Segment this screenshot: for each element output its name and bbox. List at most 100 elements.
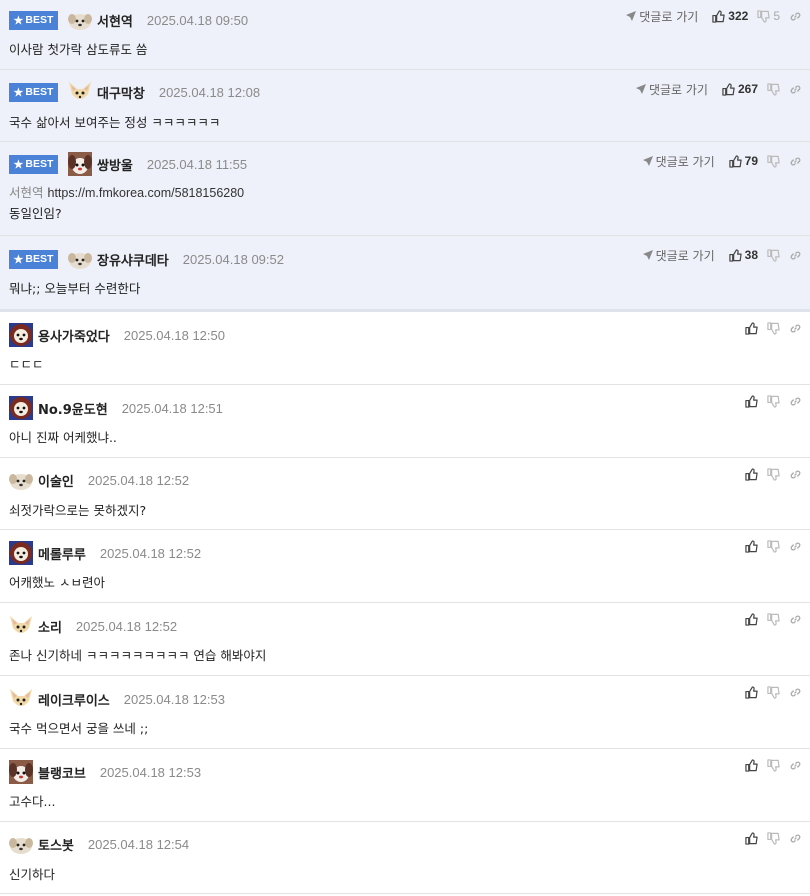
copy-link-button[interactable]	[789, 468, 802, 481]
nickname[interactable]: 레이크루이스	[38, 690, 110, 709]
nickname[interactable]: 이술인	[38, 471, 74, 490]
comment-date: 2025.04.18 12:53	[123, 691, 225, 707]
link-icon	[790, 542, 801, 550]
comment-actions	[745, 458, 802, 490]
downvote-button[interactable]	[767, 758, 780, 772]
copy-link-button[interactable]	[789, 832, 802, 845]
comment-header: 메롤루루 2025.04.18 12:52	[9, 533, 201, 573]
nickname[interactable]: 토스봇	[38, 835, 74, 854]
downvote-button[interactable]	[767, 82, 780, 96]
comment-item: 메롤루루 2025.04.18 12:52 어캐했노 ㅅㅂ련아	[0, 530, 810, 603]
puppy-avatar[interactable]	[68, 247, 92, 271]
puppy-avatar[interactable]	[68, 8, 92, 32]
comment-item: 블랭코브 2025.04.18 12:53 고수다...	[0, 749, 810, 822]
link-icon	[790, 85, 801, 93]
upvote-button[interactable]: 79	[728, 154, 758, 168]
nickname[interactable]: 메롤루루	[38, 544, 86, 563]
upvote-button[interactable]	[745, 321, 758, 335]
quoted-link[interactable]: https://m.fmkorea.com/5818156280	[48, 186, 245, 200]
star-icon: ★	[13, 14, 24, 27]
comment-text: ㄷㄷㄷ	[9, 357, 44, 372]
go-to-reply-link[interactable]: 댓글로 가기	[642, 247, 715, 264]
downvote-button[interactable]	[767, 154, 780, 168]
downvote-button[interactable]	[767, 685, 780, 699]
downvote-button[interactable]	[767, 248, 780, 262]
chihuahua-avatar[interactable]	[9, 614, 33, 638]
thumbs-down-icon	[767, 612, 780, 626]
chihuahua-avatar[interactable]	[68, 80, 92, 104]
go-to-reply-link[interactable]: 댓글로 가기	[635, 81, 708, 98]
link-icon	[790, 615, 801, 623]
thumbs-up-icon	[745, 612, 758, 626]
downvote-button[interactable]	[767, 831, 780, 845]
upvote-button[interactable]: 322	[712, 9, 748, 23]
dog-avatar[interactable]	[9, 760, 33, 784]
nickname[interactable]: 용사가죽었다	[38, 326, 110, 345]
upvote-button[interactable]	[745, 394, 758, 408]
copy-link-button[interactable]	[789, 10, 802, 23]
arrow-icon	[626, 11, 637, 21]
copy-link-button[interactable]	[789, 686, 802, 699]
thumbs-up-icon	[722, 82, 735, 96]
nickname[interactable]: 서현역	[97, 11, 133, 30]
copy-link-button[interactable]	[789, 613, 802, 626]
puppy-avatar[interactable]	[9, 468, 33, 492]
upvote-button[interactable]	[745, 467, 758, 481]
copy-link-button[interactable]	[789, 540, 802, 553]
comment-actions: 댓글로 가기 322 5	[626, 0, 802, 32]
downvote-button[interactable]	[767, 321, 780, 335]
thumbs-down-icon	[767, 685, 780, 699]
go-to-reply-link[interactable]: 댓글로 가기	[642, 153, 715, 170]
best-comment: ★ BEST 대구막창 2025.04.18 12:08 국수 삶아서 보여주는 …	[0, 70, 810, 142]
comment-header: 토스봇 2025.04.18 12:54	[9, 824, 189, 864]
quoted-nickname[interactable]: 서현역	[9, 185, 44, 200]
comment-text: 쇠젓가락으로는 못하겠지?	[9, 503, 147, 518]
comment-text: 국수 먹으면서 궁을 쓰네 ;;	[9, 721, 149, 736]
comment-date: 2025.04.18 12:52	[75, 618, 178, 634]
nickname[interactable]: 소리	[38, 617, 62, 636]
copy-link-button[interactable]	[789, 395, 802, 408]
thumbs-up-icon	[745, 321, 758, 335]
thumbs-down-icon	[767, 467, 780, 481]
thumbs-down-icon	[767, 831, 780, 845]
downvote-button[interactable]	[767, 539, 780, 553]
nickname[interactable]: 장유샤쿠데타	[97, 250, 169, 269]
downvote-button[interactable]	[767, 467, 780, 481]
lion-avatar[interactable]	[9, 396, 33, 420]
upvote-button[interactable]: 267	[722, 82, 758, 96]
upvote-button[interactable]	[745, 539, 758, 553]
copy-link-button[interactable]	[789, 759, 802, 772]
nickname[interactable]: No.9윤도현	[38, 399, 108, 418]
downvote-button[interactable]	[767, 394, 780, 408]
lion-avatar[interactable]	[9, 541, 33, 565]
copy-link-button[interactable]	[789, 155, 802, 168]
best-comment: ★ BEST 쌍방울 2025.04.18 11:55 서현역 https://m…	[0, 142, 810, 236]
comment-actions	[745, 676, 802, 708]
nickname[interactable]: 대구막창	[97, 83, 145, 102]
downvote-button[interactable]: 5	[757, 9, 780, 23]
upvote-button[interactable]	[745, 685, 758, 699]
copy-link-button[interactable]	[789, 249, 802, 262]
nickname[interactable]: 블랭코브	[38, 763, 86, 782]
puppy-avatar[interactable]	[9, 832, 33, 856]
downvote-button[interactable]	[767, 612, 780, 626]
comment-date: 2025.04.18 12:50	[123, 327, 225, 343]
comment-date: 2025.04.18 11:55	[146, 156, 248, 172]
comment-text: 고수다...	[9, 794, 56, 809]
copy-link-button[interactable]	[789, 83, 802, 96]
best-badge: ★ BEST	[9, 154, 58, 174]
go-to-reply-link[interactable]: 댓글로 가기	[626, 8, 698, 25]
comment-actions	[745, 312, 802, 344]
lion-avatar[interactable]	[9, 323, 33, 347]
comment-date: 2025.04.18 12:51	[121, 400, 223, 416]
upvote-button[interactable]	[745, 758, 758, 772]
copy-link-button[interactable]	[789, 322, 802, 335]
nickname[interactable]: 쌍방울	[97, 155, 133, 174]
chihuahua-avatar[interactable]	[9, 687, 33, 711]
comment-date: 2025.04.18 12:52	[87, 472, 190, 488]
comment-item: 레이크루이스 2025.04.18 12:53 국수 먹으면서 궁을 쓰네 ;;	[0, 676, 810, 749]
dog-avatar[interactable]	[68, 152, 92, 176]
upvote-button[interactable]	[745, 831, 758, 845]
upvote-button[interactable]: 38	[728, 248, 758, 262]
upvote-button[interactable]	[745, 612, 758, 626]
